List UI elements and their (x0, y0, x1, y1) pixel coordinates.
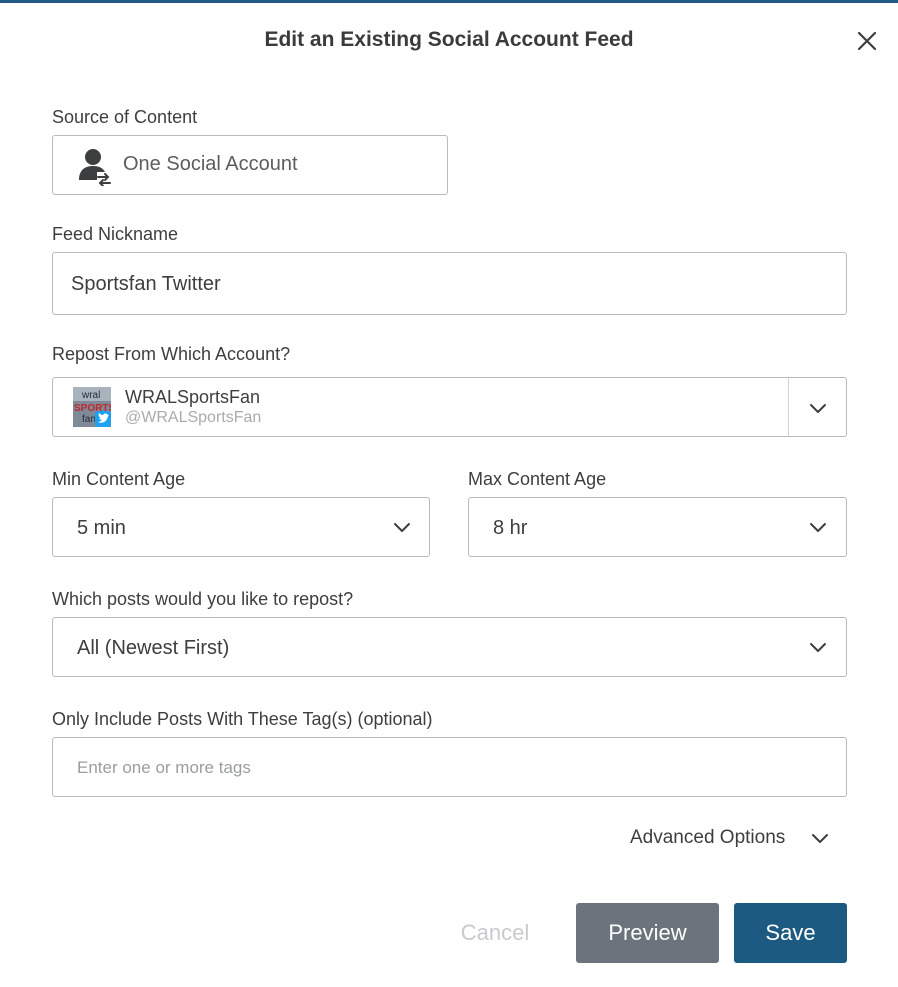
min-age-label: Min Content Age (52, 469, 186, 489)
dialog-title: Edit an Existing Social Account Feed (264, 28, 634, 51)
tags-input[interactable]: Enter one or more tags (52, 737, 847, 797)
preview-button[interactable]: Preview (576, 903, 719, 963)
chevron-down-icon (810, 523, 826, 532)
select-divider (788, 378, 789, 436)
advanced-options-toggle[interactable]: Advanced Options (630, 827, 785, 849)
chevron-down-icon[interactable] (809, 402, 827, 414)
tags-placeholder: Enter one or more tags (77, 758, 251, 777)
account-handle: @WRALSportsFan (125, 409, 262, 426)
chevron-down-icon[interactable] (811, 832, 829, 844)
posts-value: All (Newest First) (77, 637, 230, 659)
close-button[interactable] (852, 26, 882, 56)
top-accent-bar (0, 0, 898, 3)
advanced-options-label: Advanced Options (630, 827, 786, 848)
max-age-value: 8 hr (493, 517, 528, 539)
nickname-input[interactable]: Sportsfan Twitter (52, 252, 847, 315)
max-age-select[interactable]: 8 hr (468, 497, 847, 557)
source-value: One Social Account (123, 153, 298, 175)
max-age-label: Max Content Age (468, 469, 607, 489)
repost-account-label: Repost From Which Account? (52, 344, 291, 364)
chevron-down-icon (394, 523, 410, 532)
user-repost-icon (79, 149, 111, 186)
tags-label: Only Include Posts With These Tag(s) (op… (52, 709, 433, 729)
chevron-down-icon (810, 643, 826, 652)
save-button[interactable]: Save (734, 903, 847, 963)
nickname-value: Sportsfan Twitter (71, 273, 221, 295)
posts-label: Which posts would you like to repost? (52, 589, 354, 609)
avatar-text-wral: wral (81, 390, 100, 401)
source-selector[interactable]: One Social Account (52, 135, 448, 195)
close-icon (857, 31, 877, 51)
cancel-button[interactable]: Cancel (440, 903, 550, 963)
min-age-value: 5 min (77, 517, 126, 539)
posts-select[interactable]: All (Newest First) (52, 617, 847, 677)
min-age-select[interactable]: 5 min (52, 497, 430, 557)
account-avatar: wral SPORTS fan (73, 387, 115, 427)
source-label: Source of Content (52, 107, 198, 127)
account-name: WRALSportsFan (125, 387, 261, 407)
nickname-label: Feed Nickname (52, 224, 179, 244)
avatar-text-fan: fan (82, 414, 96, 425)
repost-account-select[interactable]: wral SPORTS fan WRALSportsFan @WRALSport… (52, 377, 847, 437)
